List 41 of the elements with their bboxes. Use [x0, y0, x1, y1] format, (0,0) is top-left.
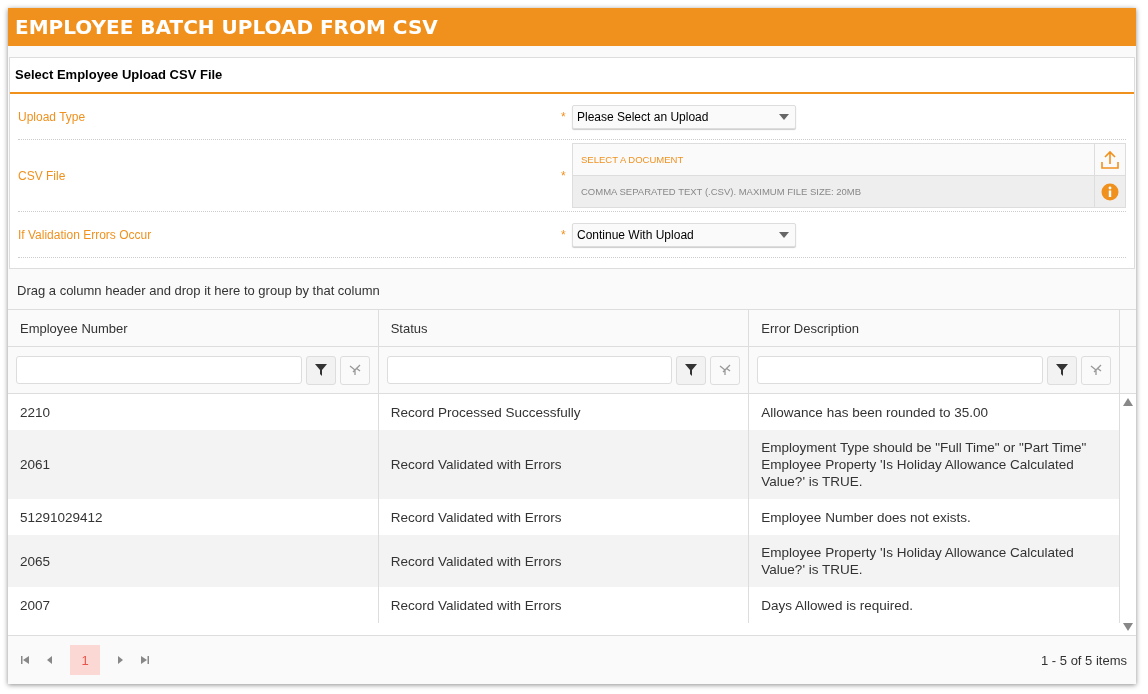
filter-button[interactable] [676, 355, 707, 385]
last-page-icon[interactable] [140, 655, 150, 665]
field-label: Upload Type [18, 109, 87, 124]
dropdown[interactable]: Please Select an Upload [572, 104, 796, 129]
next-page-icon[interactable] [115, 655, 125, 665]
filter-input[interactable] [16, 356, 302, 384]
scroll-down-icon[interactable] [1123, 623, 1133, 631]
pager-summary: 1 - 5 of 5 items [1041, 652, 1127, 668]
table-cell: Record Validated with Errors [378, 587, 750, 623]
dropdown[interactable]: Continue With Upload [572, 222, 796, 247]
scrollbar[interactable] [1120, 394, 1136, 635]
required-marker: * [561, 168, 566, 183]
clear-filter-icon [719, 364, 732, 376]
column-header[interactable]: Error Description [749, 310, 1120, 347]
filter-button[interactable] [305, 355, 336, 385]
field-label: CSV File [18, 168, 67, 183]
info-icon [1101, 182, 1119, 201]
table-cell: 2007 [8, 587, 379, 623]
filter-icon [1056, 364, 1068, 376]
field-label: If Validation Errors Occur [18, 227, 153, 242]
required-marker: * [561, 227, 566, 242]
clear-filter-icon [1090, 364, 1102, 376]
page-title: EMPLOYEE BATCH UPLOAD FROM CSV [15, 15, 438, 39]
group-hint: Drag a column header and drop it here to group by that column [16, 282, 381, 300]
clear-filter-icon [348, 364, 361, 376]
filter-icon [685, 364, 698, 376]
section-title: Select Employee Upload CSV File [10, 58, 1134, 94]
required-marker: * [561, 109, 566, 124]
scroll-up-icon[interactable] [1123, 398, 1133, 406]
column-header[interactable]: Status [378, 310, 750, 347]
upload-icon [1100, 149, 1120, 170]
column-header[interactable]: Employee Number [8, 310, 379, 347]
filter-input[interactable] [386, 356, 673, 384]
first-page-icon[interactable] [20, 655, 30, 665]
previous-page-icon[interactable] [45, 655, 55, 665]
filter-button[interactable] [1047, 355, 1077, 385]
filter-input[interactable] [757, 356, 1043, 384]
filter-icon [314, 364, 327, 376]
caret-icon [779, 231, 789, 238]
caret-icon [779, 113, 789, 120]
file-hint: COMMA SEPARATED TEXT (.CSV). MAXIMUM FILE SIZE: 20MB [580, 185, 863, 199]
